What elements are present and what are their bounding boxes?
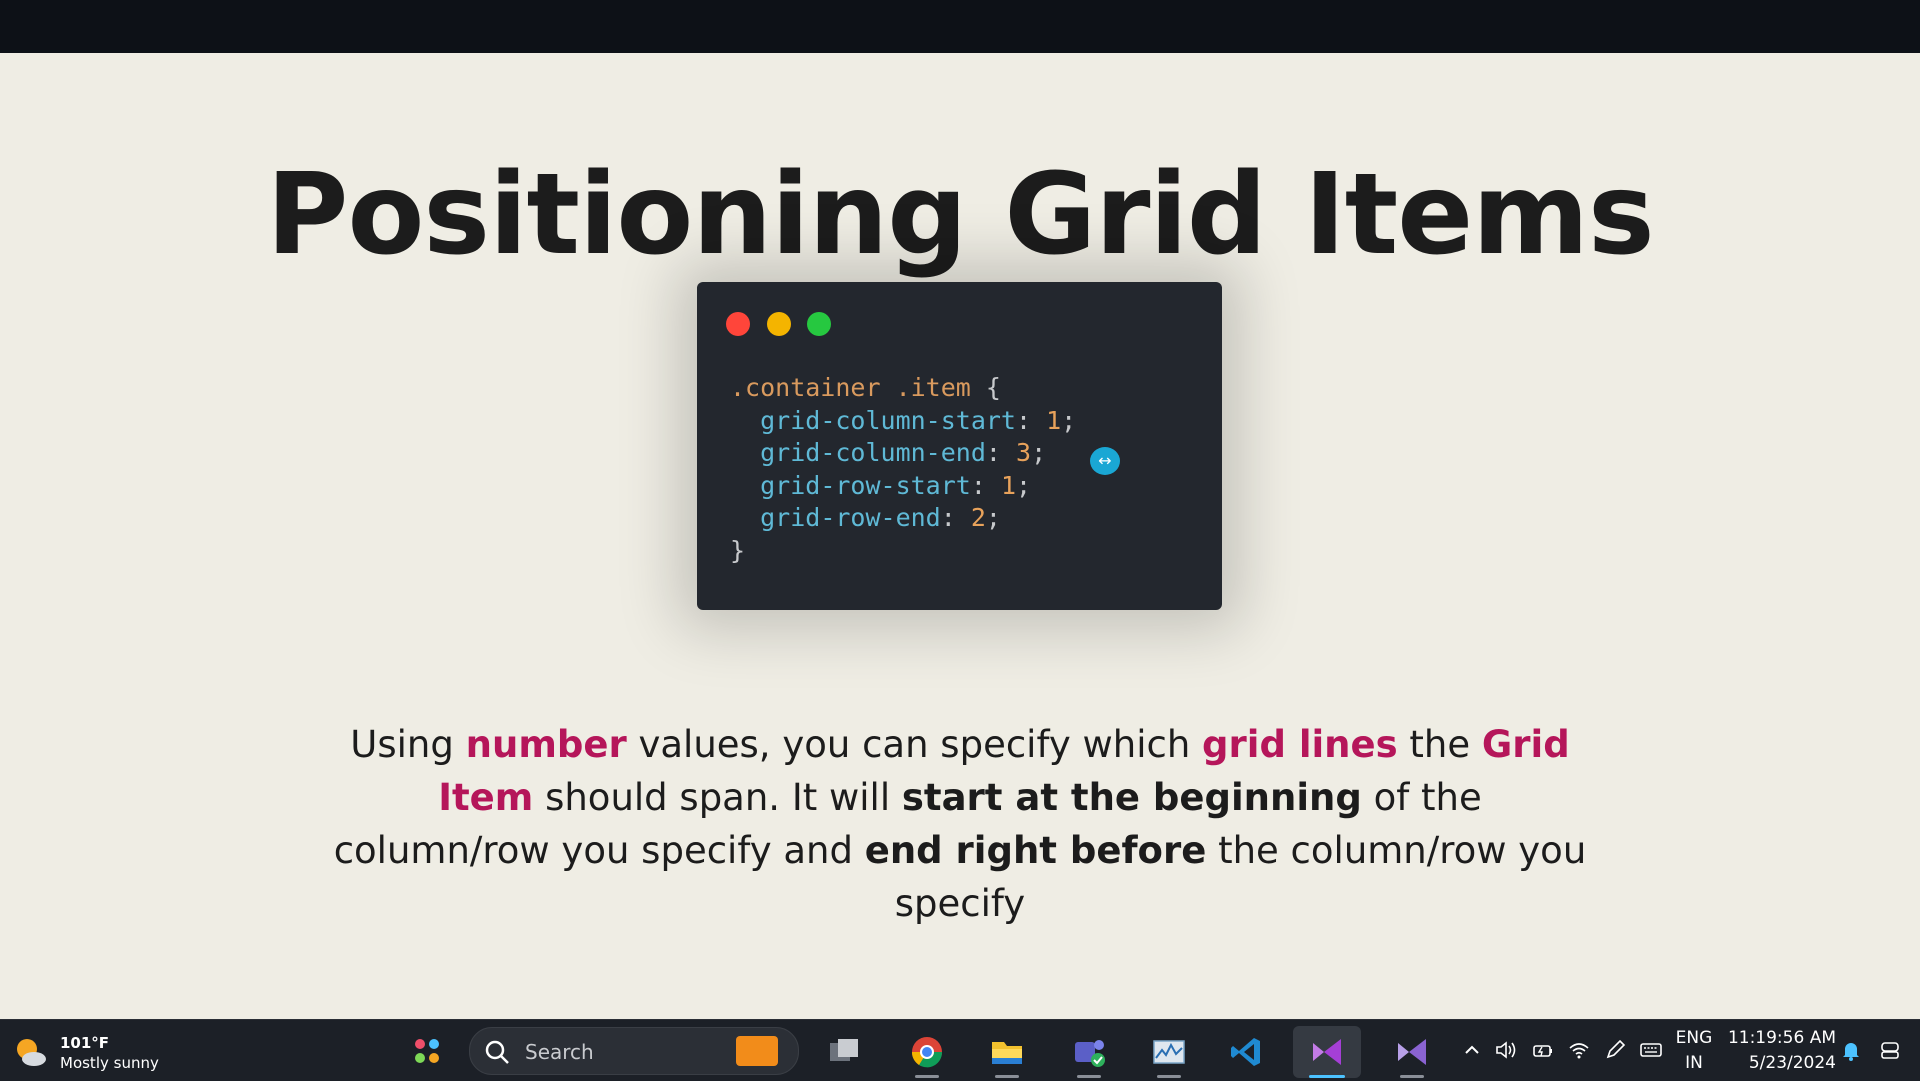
desc-bold: end right before (864, 829, 1207, 872)
code-colon: : (970, 470, 986, 500)
clock-date: 5/23/2024 (1748, 1053, 1836, 1073)
code-colon: : (985, 438, 1001, 468)
keyboard-icon[interactable] (1639, 1038, 1663, 1062)
wifi-icon[interactable] (1567, 1038, 1591, 1062)
desc-text: values, you can specify which (626, 723, 1203, 766)
file-explorer-button[interactable] (973, 1026, 1041, 1078)
task-view-button[interactable] (810, 1026, 878, 1078)
code-semicolon: ; (1016, 470, 1032, 500)
code-prop: grid-column-end (760, 438, 986, 468)
visual-studio-icon (1398, 1039, 1426, 1065)
running-indicator (1157, 1075, 1181, 1078)
clock[interactable]: 11:19:56 AM 5/23/2024 (1716, 1026, 1836, 1076)
code-selector: .container .item (730, 373, 971, 402)
code-colon: : (1015, 405, 1032, 435)
mouse-cursor-icon: ↔ (1090, 447, 1120, 475)
chrome-button[interactable] (893, 1026, 961, 1078)
minimize-dot-icon (767, 312, 791, 336)
code-value: 1 (1046, 405, 1062, 435)
language-indicator[interactable]: ENG IN (1674, 1026, 1714, 1076)
desc-text: the (1397, 723, 1482, 766)
weather-temp: 101°F (60, 1034, 110, 1052)
code-semicolon: ; (1061, 405, 1077, 435)
search-icon (485, 1040, 509, 1064)
desc-bold: start at the beginning (901, 776, 1362, 819)
search-box[interactable]: Search (469, 1027, 799, 1075)
teams-button[interactable] (1055, 1026, 1123, 1078)
code-prop: grid-row-end (760, 503, 941, 533)
sun-cloud-icon (17, 1039, 46, 1066)
widgets-icon[interactable] (412, 1036, 442, 1066)
vscode-button[interactable] (1212, 1026, 1280, 1078)
weather-widget[interactable]: 101°F Mostly sunny (12, 1030, 212, 1074)
search-placeholder: Search (525, 1040, 594, 1064)
close-dot-icon (726, 312, 750, 336)
vscode-icon (1231, 1038, 1260, 1066)
code-block: .container .item { grid-column-start: 1;… (730, 372, 1076, 568)
code-prop: grid-row-start (760, 470, 971, 500)
code-open-brace: { (985, 373, 1001, 402)
copilot-icon[interactable] (1878, 1038, 1902, 1062)
running-indicator (915, 1075, 939, 1078)
performance-monitor-button[interactable] (1135, 1026, 1203, 1078)
running-indicator (1309, 1075, 1345, 1078)
top-bar (0, 0, 1920, 53)
task-view-icon (830, 1039, 858, 1061)
volume-icon[interactable] (1494, 1038, 1518, 1062)
code-value: 2 (970, 503, 986, 533)
visual-studio-icon (1313, 1039, 1341, 1065)
code-semicolon: ; (1031, 438, 1047, 468)
search-highlight-icon (736, 1036, 778, 1066)
desc-text: Using (350, 723, 466, 766)
slide-description: Using number values, you can specify whi… (330, 718, 1590, 930)
visual-studio-2-button[interactable] (1378, 1026, 1446, 1078)
desc-text: should span. It will (533, 776, 902, 819)
pen-icon[interactable] (1603, 1038, 1627, 1062)
clock-time: 11:19:56 AM (1727, 1028, 1836, 1048)
taskbar: 101°F Mostly sunny Search ENG IN 11:19:5… (0, 1019, 1920, 1081)
folder-icon (992, 1042, 1022, 1064)
code-close-brace: } (730, 535, 746, 565)
language-line2: IN (1685, 1053, 1703, 1073)
desc-highlight: grid lines (1202, 723, 1398, 766)
code-value: 3 (1016, 438, 1032, 468)
code-prop: grid-column-start (760, 405, 1016, 435)
battery-icon[interactable] (1531, 1038, 1555, 1062)
show-hidden-icons-icon[interactable] (1460, 1038, 1484, 1062)
code-window: .container .item { grid-column-start: 1;… (697, 282, 1222, 610)
running-indicator (995, 1075, 1019, 1078)
running-indicator (1400, 1075, 1424, 1078)
teams-icon (1075, 1040, 1105, 1067)
monitor-icon (1153, 1040, 1185, 1064)
language-line1: ENG (1675, 1028, 1713, 1048)
code-value: 1 (1000, 470, 1017, 500)
visual-studio-button[interactable] (1293, 1026, 1361, 1078)
desc-highlight: number (465, 723, 627, 766)
slide-title: Positioning Grid Items (266, 150, 1654, 280)
chrome-icon (911, 1037, 943, 1068)
code-semicolon: ; (985, 503, 1001, 533)
maximize-dot-icon (807, 312, 831, 336)
running-indicator (1077, 1075, 1101, 1078)
code-colon: : (940, 503, 956, 533)
weather-desc: Mostly sunny (60, 1054, 159, 1072)
notification-bell-icon[interactable] (1839, 1038, 1863, 1062)
